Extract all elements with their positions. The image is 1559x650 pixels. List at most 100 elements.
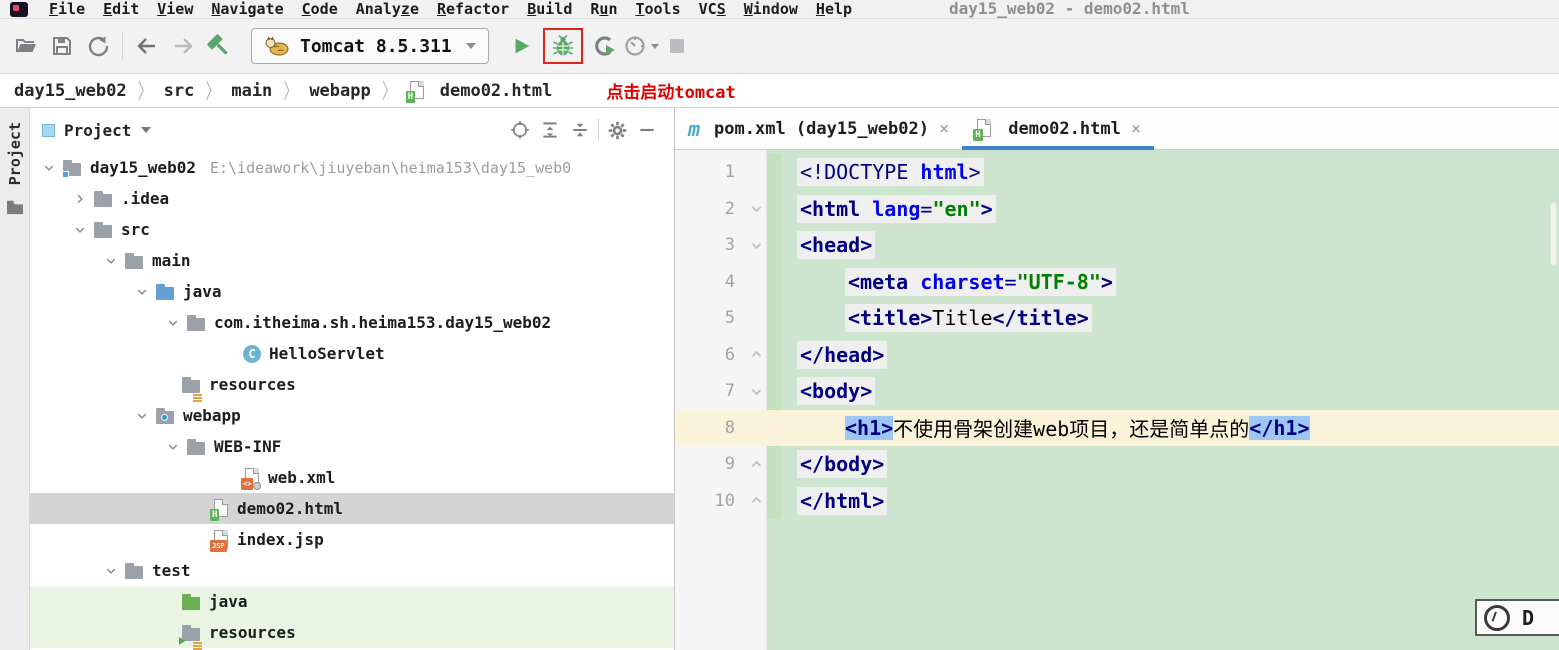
line-number: 6 [675, 337, 745, 374]
code-line-10[interactable]: 10 </html> [675, 483, 1559, 520]
menu-navigate[interactable]: Navigate [202, 1, 292, 18]
class-icon: C [243, 345, 261, 363]
fold-marker-icon[interactable] [745, 483, 767, 520]
tree-row-demo02-html[interactable]: H demo02.html [30, 493, 674, 524]
folder-icon [93, 190, 113, 208]
tomcat-start-annotation: 点击启动tomcat [606, 78, 735, 103]
watermark-badge: D [1475, 599, 1559, 636]
tree-row-webapp[interactable]: webapp [30, 400, 674, 431]
open-button[interactable] [8, 28, 44, 64]
menu-edit[interactable]: Edit [94, 1, 148, 18]
chevron-expanded-icon[interactable] [67, 224, 93, 236]
close-icon[interactable]: × [1131, 119, 1141, 139]
chevron-expanded-icon[interactable] [98, 565, 124, 577]
collapse-all-button[interactable] [565, 115, 595, 145]
tree-row-package[interactable]: com.itheima.sh.heima153.day15_web02 [30, 307, 674, 338]
matched-open-tag: <h1> [845, 416, 893, 440]
project-panel-title[interactable]: Project [64, 121, 131, 140]
code-line-3[interactable]: 3 <head> [675, 227, 1559, 264]
tree-row-webinf[interactable]: WEB-INF [30, 431, 674, 462]
folder-icon [124, 562, 144, 580]
code-line-5[interactable]: 5 <title>Title</title> [675, 300, 1559, 337]
tab-pom-xml[interactable]: m pom.xml (day15_web02) × [675, 108, 962, 149]
chevron-expanded-icon[interactable] [36, 162, 62, 174]
build-button[interactable] [201, 28, 237, 64]
breadcrumb-item-src[interactable]: src [164, 81, 195, 101]
sync-button[interactable] [80, 28, 116, 64]
fold-marker-icon[interactable] [745, 191, 767, 228]
chevron-expanded-icon[interactable] [160, 441, 186, 453]
run-configuration-select[interactable]: Tomcat 8.5.311 [251, 28, 489, 64]
tree-row-test-java[interactable]: java [30, 586, 674, 617]
menu-code[interactable]: Code [293, 1, 347, 18]
code-line-6[interactable]: 6 </head> [675, 337, 1559, 374]
code-line-9[interactable]: 9 </body> [675, 446, 1559, 483]
test-resources-folder-icon [181, 624, 201, 642]
fold-marker-icon[interactable] [745, 446, 767, 483]
profiler-button[interactable] [623, 28, 659, 64]
chevron-down-icon[interactable] [141, 127, 151, 133]
chevron-expanded-icon[interactable] [160, 317, 186, 329]
run-button[interactable] [503, 28, 539, 64]
menu-run[interactable]: Run [581, 1, 626, 18]
tree-row-helloservlet[interactable]: C HelloServlet [30, 338, 674, 369]
code-line-4[interactable]: 4 <meta charset="UTF-8"> [675, 264, 1559, 301]
breadcrumb-item-webapp[interactable]: webapp [309, 81, 370, 101]
editor-scrollbar[interactable] [1550, 202, 1557, 266]
project-view-icon [42, 124, 55, 137]
fold-marker-icon[interactable] [745, 337, 767, 374]
folder-icon [93, 221, 113, 239]
tree-row-indexjsp[interactable]: JSP index.jsp [30, 524, 674, 555]
fold-marker-icon[interactable] [745, 227, 767, 264]
menu-analyze[interactable]: Analyze [347, 1, 428, 18]
project-tool-window-button[interactable]: Project [6, 122, 24, 185]
chevron-collapsed-icon[interactable] [67, 193, 93, 205]
menu-file[interactable]: File [40, 1, 94, 18]
tree-row-webxml[interactable]: <> web.xml [30, 462, 674, 493]
menu-window[interactable]: Window [735, 1, 807, 18]
maven-icon: m [688, 119, 700, 139]
menu-tools[interactable]: Tools [626, 1, 689, 18]
menu-refactor[interactable]: Refactor [428, 1, 518, 18]
expand-all-button[interactable] [535, 115, 565, 145]
tree-row-idea[interactable]: .idea [30, 183, 674, 214]
hide-panel-button[interactable] [632, 115, 662, 145]
tree-row-test[interactable]: test [30, 555, 674, 586]
chevron-expanded-icon[interactable] [129, 286, 155, 298]
tree-row-java[interactable]: java [30, 276, 674, 307]
stop-button[interactable] [659, 28, 695, 64]
menu-view[interactable]: View [148, 1, 202, 18]
tree-row-test-resources[interactable]: resources [30, 617, 674, 648]
code-line-2[interactable]: 2 <html lang="en"> [675, 191, 1559, 228]
menu-vcs[interactable]: VCS [690, 1, 735, 18]
tab-demo02-html[interactable]: H demo02.html × [962, 108, 1154, 149]
back-button[interactable] [129, 28, 165, 64]
folder-icon[interactable] [6, 199, 24, 215]
chevron-expanded-icon[interactable] [129, 410, 155, 422]
code-editor[interactable]: 1 <!DOCTYPE html> 2 <html lang="en"> 3 [675, 150, 1559, 650]
locate-file-button[interactable] [505, 115, 535, 145]
breadcrumb-item-file[interactable]: H demo02.html [408, 81, 553, 101]
close-icon[interactable]: × [939, 119, 949, 139]
debug-button[interactable] [548, 31, 578, 61]
line-number: 2 [675, 191, 745, 228]
menu-help[interactable]: Help [807, 1, 861, 18]
coverage-button[interactable] [587, 28, 623, 64]
forward-button[interactable] [165, 28, 201, 64]
tree-row-main[interactable]: main [30, 245, 674, 276]
breadcrumb-item-project[interactable]: day15_web02 [14, 81, 127, 101]
settings-button[interactable] [602, 115, 632, 145]
ide-window: File Edit View Navigate Code Analyze Ref… [0, 0, 1559, 650]
chevron-expanded-icon[interactable] [98, 255, 124, 267]
breadcrumb-item-main[interactable]: main [231, 81, 272, 101]
code-line-1[interactable]: 1 <!DOCTYPE html> [675, 154, 1559, 191]
menu-build[interactable]: Build [518, 1, 581, 18]
code-line-8-current[interactable]: 8 <h1>不使用骨架创建web项目，还是简单点的</h1> [675, 410, 1559, 447]
tree-row-resources[interactable]: resources [30, 369, 674, 400]
tree-row-project-root[interactable]: day15_web02 E:\ideawork\jiuyeban\heima15… [30, 152, 674, 183]
save-button[interactable] [44, 28, 80, 64]
tree-row-src[interactable]: src [30, 214, 674, 245]
watermark-logo-icon [1484, 605, 1510, 631]
fold-marker-icon[interactable] [745, 373, 767, 410]
code-line-7[interactable]: 7 <body> [675, 373, 1559, 410]
